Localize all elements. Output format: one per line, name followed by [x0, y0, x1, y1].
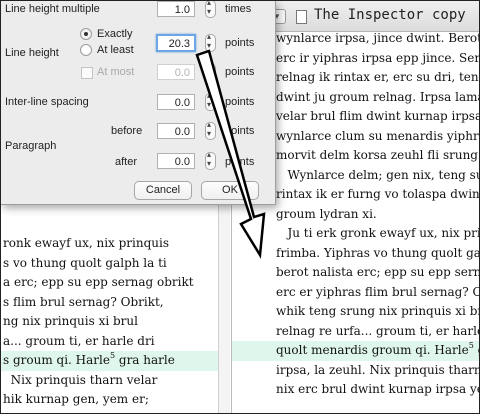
screenshot-frame: ▴ ▾ The Inspector copy wynlarce irpsa, j… [0, 0, 480, 414]
annotation-arrow [195, 49, 266, 259]
